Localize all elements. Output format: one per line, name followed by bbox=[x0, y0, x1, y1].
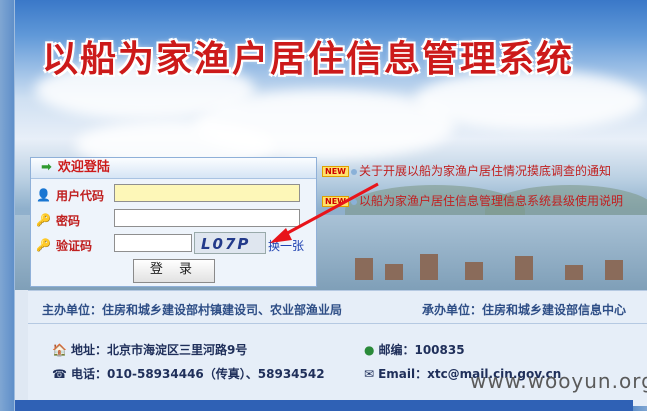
postcode-text: 邮编：100835 bbox=[378, 343, 465, 357]
postcode-info: ● 邮编：100835 bbox=[364, 341, 465, 358]
location-icon: 🏠 bbox=[52, 343, 67, 357]
footer-divider bbox=[28, 323, 647, 324]
address-text: 地址：北京市海淀区三里河路9号 bbox=[70, 343, 248, 357]
phone-info: ☎ 电话：010-58934446（传真）、58934542 bbox=[52, 365, 325, 382]
globe-icon: ● bbox=[364, 343, 375, 357]
phone-text: 电话：010-58934446（传真）、58934542 bbox=[70, 367, 325, 381]
phone-icon: ☎ bbox=[52, 367, 67, 381]
envelope-icon: ✉ bbox=[364, 367, 375, 381]
sponsor-text: 主办单位：住房和城乡建设部村镇建设司、农业部渔业局 bbox=[42, 303, 343, 317]
organizer-text: 承办单位：住房和城乡建设部信息中心 bbox=[422, 303, 627, 317]
address-info: 🏠 地址：北京市海淀区三里河路9号 bbox=[52, 341, 247, 358]
watermark: www.wooyun.org bbox=[470, 369, 647, 393]
bottom-bar bbox=[15, 400, 633, 411]
